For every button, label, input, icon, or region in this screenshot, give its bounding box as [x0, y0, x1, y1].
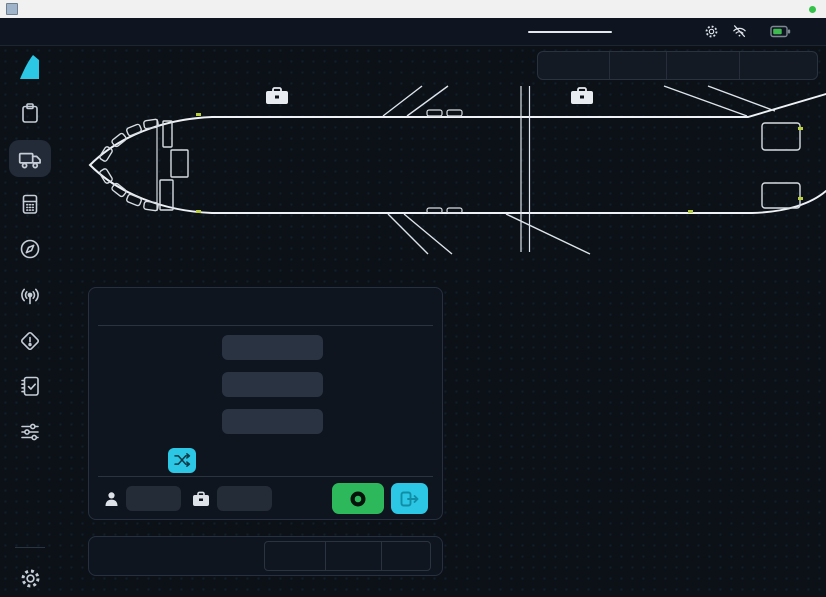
fwd-briefcase-icon	[266, 88, 288, 104]
ground-tabbar	[537, 51, 818, 80]
load-table-card	[88, 287, 443, 520]
gear-icon	[18, 566, 43, 591]
zfw-row	[89, 408, 442, 434]
boarding-time-card	[88, 536, 443, 576]
sidebar-item-settings-panel[interactable]	[9, 413, 51, 451]
exit-door-icon	[400, 491, 420, 507]
route-indicator	[519, 31, 621, 33]
window-titlebar	[0, 0, 826, 18]
cg-envelope-chart	[455, 258, 826, 588]
bag-icon	[192, 491, 210, 507]
boarding-option-real[interactable]	[381, 542, 430, 570]
settings-gear-icon[interactable]	[703, 23, 720, 40]
sidebar-item-alerts[interactable]	[9, 322, 51, 360]
deboard-button[interactable]	[391, 483, 428, 514]
confirm-load-button[interactable]	[332, 483, 384, 514]
galley-partitions	[157, 110, 800, 213]
route-line	[528, 31, 612, 33]
sidebar-item-checklist[interactable]	[9, 367, 51, 405]
pax-weight-input[interactable]	[126, 486, 181, 511]
clipboard-icon	[18, 101, 42, 125]
zfwcg-swap-button[interactable]	[168, 448, 196, 473]
boarding-option-instant[interactable]	[265, 542, 325, 570]
tab-pushback[interactable]	[739, 52, 817, 79]
header-divider	[98, 325, 433, 326]
cargo-planned-input[interactable]	[222, 372, 323, 397]
sliders-icon	[18, 420, 42, 444]
selected-zone-highlight	[204, 112, 346, 233]
aircraft-seat-map	[0, 80, 826, 255]
sidebar-item-comms[interactable]	[9, 276, 51, 314]
wifi-off-icon[interactable]	[731, 23, 748, 40]
app-icon	[6, 3, 18, 15]
swap-arrows-icon	[173, 453, 191, 467]
warning-diamond-icon	[18, 329, 42, 353]
sidebar-nav	[0, 45, 60, 597]
battery-icon	[770, 24, 792, 39]
tab-services[interactable]	[538, 52, 609, 79]
zfw-planned-input[interactable]	[222, 409, 323, 434]
sidebar-divider	[15, 547, 45, 548]
bag-weight-input[interactable]	[217, 486, 272, 511]
sidebar-item-performance[interactable]	[9, 185, 51, 223]
fuselage-outline	[90, 94, 826, 213]
footer-divider	[98, 476, 433, 477]
passengers-planned-input[interactable]	[222, 335, 323, 360]
aft-briefcase-icon	[571, 88, 593, 104]
passenger-icon	[104, 491, 119, 507]
zfwcg-row	[89, 447, 442, 473]
boarding-option-fast[interactable]	[325, 542, 381, 570]
recording-indicator-icon	[809, 6, 816, 13]
efb-app-window: { "window": {"title": "EFB", "controls":…	[0, 0, 826, 597]
ring-icon	[347, 491, 369, 507]
sidebar-item-navigation[interactable]	[9, 231, 51, 269]
truck-icon	[17, 145, 43, 171]
tab-payload[interactable]	[666, 52, 739, 79]
sidebar-item-flightplan[interactable]	[9, 94, 51, 132]
compass-icon	[18, 237, 42, 261]
door-status-ticks	[196, 113, 803, 213]
tab-fuel[interactable]	[609, 52, 666, 79]
boarding-speed-control	[264, 541, 431, 571]
passengers-row	[89, 334, 442, 360]
status-bar	[0, 18, 826, 46]
checklist-icon	[18, 374, 42, 398]
cockpit-windows	[99, 119, 159, 211]
weights-footer	[89, 483, 442, 514]
sidebar-item-settings[interactable]	[9, 559, 51, 597]
antenna-icon	[18, 283, 42, 307]
sidebar-item-ground[interactable]	[9, 140, 51, 178]
app-logo	[17, 53, 43, 86]
calculator-icon	[18, 192, 42, 216]
cargo-row	[89, 371, 442, 397]
